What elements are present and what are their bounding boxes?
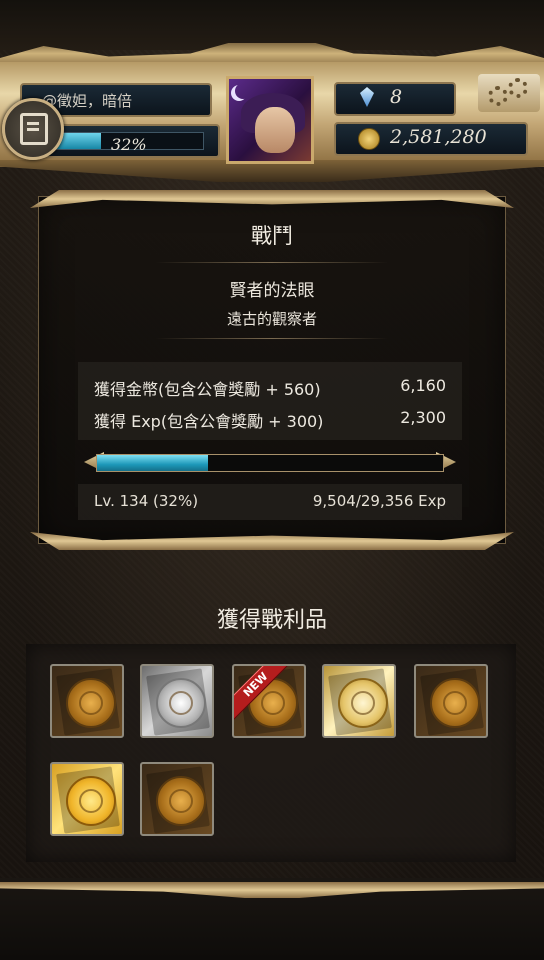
menu-icon: [20, 113, 48, 145]
gem-counter[interactable]: 8: [334, 82, 456, 116]
level-progress-bar: [84, 448, 456, 476]
avatar-face: [255, 107, 295, 153]
divider-bottom: [156, 338, 388, 339]
player-exp-plate: 32%: [44, 124, 220, 158]
loot-card-2[interactable]: [140, 664, 214, 738]
gold-reward-value: 6,160: [400, 376, 446, 395]
exp-reward-row: 獲得 Exp(包含公會獎勵 + 300) 2,300: [94, 408, 446, 434]
level-progress-track: [96, 454, 444, 472]
emblem-icon: [79, 691, 103, 715]
loot-card-3[interactable]: NEW: [232, 664, 306, 738]
exp-total-label: 9,504/29,356 Exp: [312, 492, 446, 510]
loot-panel: NEW: [26, 644, 516, 862]
emblem-icon: [169, 789, 193, 813]
enemy-name: 賢者的法眼: [229, 281, 315, 301]
gem-icon: [360, 87, 374, 107]
emblem-icon: [169, 691, 193, 715]
settings-gear-icon: [488, 86, 508, 106]
level-progress-fill: [97, 455, 208, 471]
level-label: Lv. 134 (32%): [94, 492, 199, 510]
emblem-icon: [443, 691, 467, 715]
gold-counter[interactable]: 2,581,280: [334, 122, 528, 156]
loot-card-5[interactable]: [414, 664, 488, 738]
player-exp-bar: 32%: [52, 132, 204, 154]
top-status-bar: @徵妲，暗倍 32% 8 2,581,280: [0, 0, 544, 185]
battle-title: 戰鬥: [251, 224, 293, 248]
exp-reward-value: 2,300: [400, 408, 446, 427]
emblem-icon: [261, 691, 285, 715]
gem-count: 8: [390, 86, 403, 108]
gold-count: 2,581,280: [390, 126, 487, 148]
moon-icon: [235, 83, 251, 99]
loot-card-6[interactable]: [50, 762, 124, 836]
loot-card-7[interactable]: [140, 762, 214, 836]
settings-button[interactable]: [478, 74, 540, 112]
player-exp-percent: 32%: [111, 135, 147, 154]
header-dark-top: [0, 0, 544, 50]
emblem-icon: [351, 691, 375, 715]
loot-title: 獲得戰利品: [216, 608, 327, 633]
menu-button[interactable]: [2, 98, 64, 160]
settings-gear-icon-small: [508, 78, 528, 98]
avatar-portrait[interactable]: [226, 76, 314, 164]
emblem-icon: [79, 789, 103, 813]
loot-card-4[interactable]: [322, 664, 396, 738]
divider-top: [156, 262, 388, 263]
gold-reward-row: 獲得金幣(包含公會獎勵 + 560) 6,160: [94, 376, 446, 402]
loot-card-1[interactable]: [50, 664, 124, 738]
gold-coin-icon: [358, 128, 380, 150]
gold-reward-label: 獲得金幣(包含公會獎勵 + 560): [94, 380, 321, 399]
enemy-subtitle: 遠古的觀察者: [226, 310, 317, 328]
exp-reward-label: 獲得 Exp(包含公會獎勵 + 300): [94, 412, 324, 431]
